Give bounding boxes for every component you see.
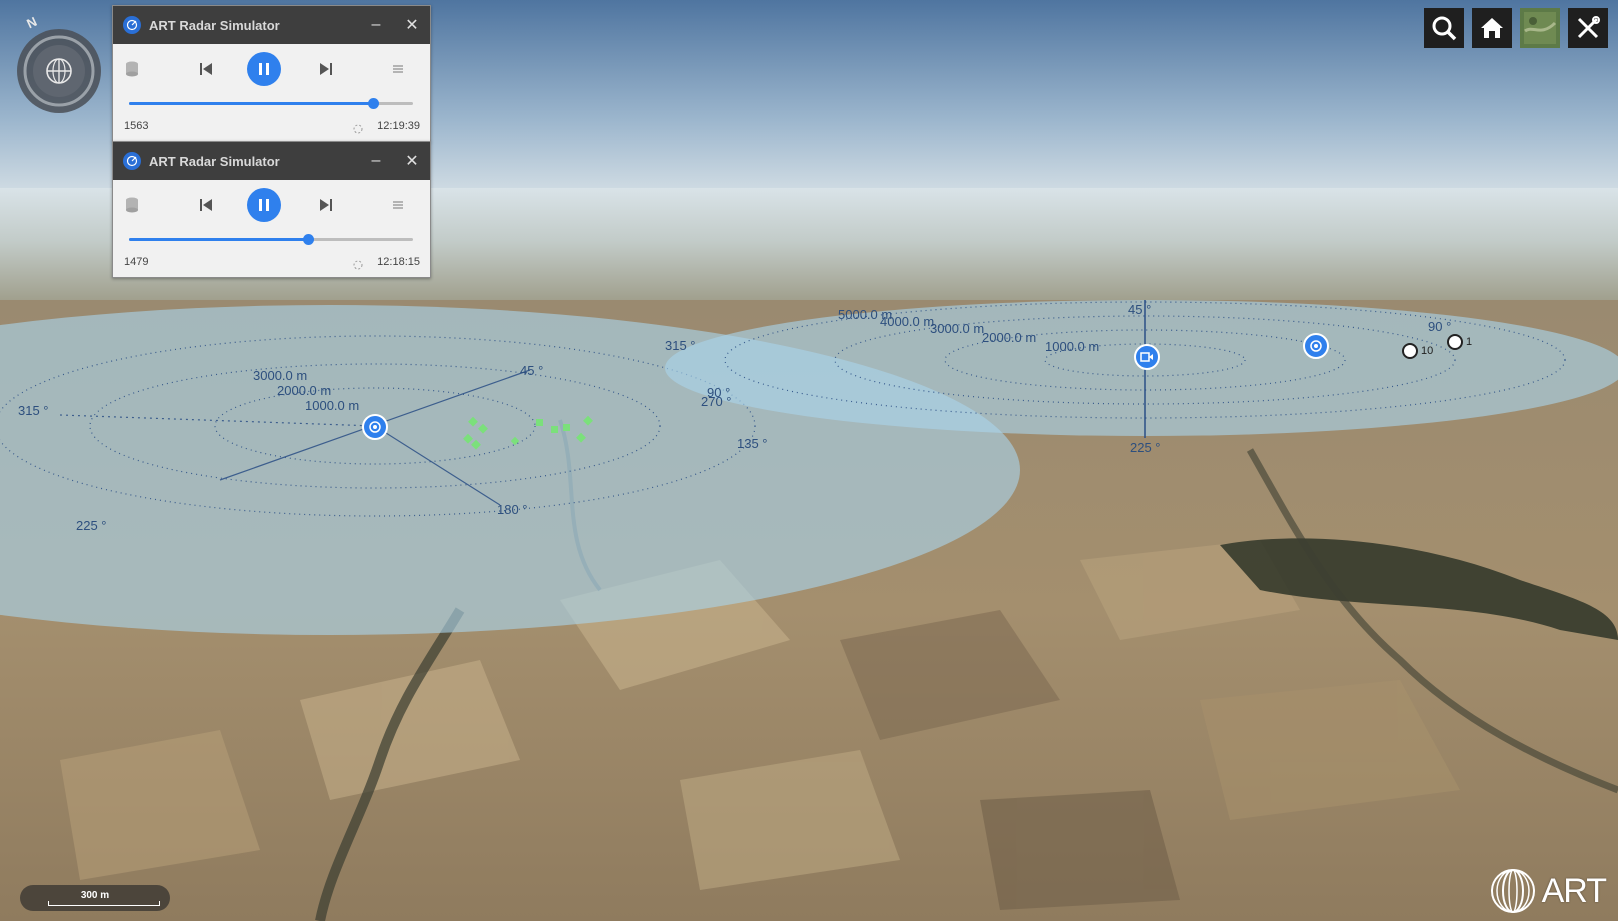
playback-time: 12:19:39 [377,120,420,132]
range-label: 1000.0 m [1045,339,1100,354]
pause-button[interactable] [247,188,281,222]
search-icon [1432,16,1457,41]
panel-title: ART Radar Simulator [149,153,280,169]
slider-handle[interactable] [302,234,314,245]
panel-titlebar[interactable]: ART Radar Simulator – ✕ [113,142,430,180]
target-label: 10 [1421,345,1434,357]
step-back-button[interactable] [189,52,223,86]
globe-logo-icon [1490,869,1535,913]
map-layer-icon [1524,12,1557,44]
radar-app-icon [123,152,141,170]
panel-titlebar[interactable]: ART Radar Simulator – ✕ [113,6,430,44]
close-button[interactable]: ✕ [394,6,430,44]
scale-line [48,901,160,906]
radar-site-icon[interactable] [362,414,388,440]
home-button[interactable] [1472,8,1512,48]
database-icon[interactable] [115,188,149,222]
slider-progress [129,238,308,241]
navigation-compass[interactable]: N [14,14,104,114]
timeline-slider[interactable] [129,98,413,109]
target-marker[interactable] [1447,334,1463,350]
pause-button[interactable] [247,52,281,86]
art-logo: ART [1490,868,1607,914]
scale-label: 300 m [80,890,110,901]
radar-app-icon [123,16,141,34]
step-forward-button[interactable] [309,52,343,86]
settings-sliders-icon[interactable] [381,52,415,86]
step-back-button[interactable] [189,188,223,222]
bearing-label: 45 ° [1128,302,1152,317]
camera-site-icon[interactable] [1134,344,1160,370]
range-label: 4000.0 m [880,314,935,329]
target-marker[interactable] [1402,343,1418,359]
bearing-label: 90 ° [1428,319,1452,334]
radar-site-icon[interactable] [1303,333,1329,359]
home-icon [1481,18,1503,38]
target-label: 1 [1466,336,1473,348]
simulator-panel-1: ART Radar Simulator – ✕ 1563 12:19:39 [112,5,431,142]
loading-spinner-icon [353,257,363,275]
simulator-panel-2: ART Radar Simulator – ✕ 1479 12:18:15 [112,141,431,278]
playback-time: 12:18:15 [377,256,420,268]
search-button[interactable] [1424,8,1464,48]
close-button[interactable]: ✕ [394,142,430,180]
minimize-button[interactable]: – [358,142,394,180]
base-layer-button[interactable] [1520,8,1560,48]
loading-spinner-icon [353,121,363,139]
bearing-label: 315 ° [665,338,696,353]
range-label: 2000.0 m [982,330,1037,345]
logo-text: ART [1541,871,1607,910]
minimize-button[interactable]: – [358,6,394,44]
bearing-label: 225 ° [1130,440,1161,455]
timeline-slider[interactable] [129,234,413,245]
database-icon[interactable] [115,52,149,86]
range-label: 3000.0 m [930,321,985,336]
frame-counter: 1563 [124,120,149,132]
tools-icon [1577,16,1600,39]
frame-counter: 1479 [124,256,149,268]
step-forward-button[interactable] [309,188,343,222]
scale-bar: 300 m [20,885,170,911]
map-toolbar [1424,8,1608,48]
tools-button[interactable] [1568,8,1608,48]
slider-handle[interactable] [368,98,380,109]
slider-progress [129,102,374,105]
settings-sliders-icon[interactable] [381,188,415,222]
panel-title: ART Radar Simulator [149,17,280,33]
